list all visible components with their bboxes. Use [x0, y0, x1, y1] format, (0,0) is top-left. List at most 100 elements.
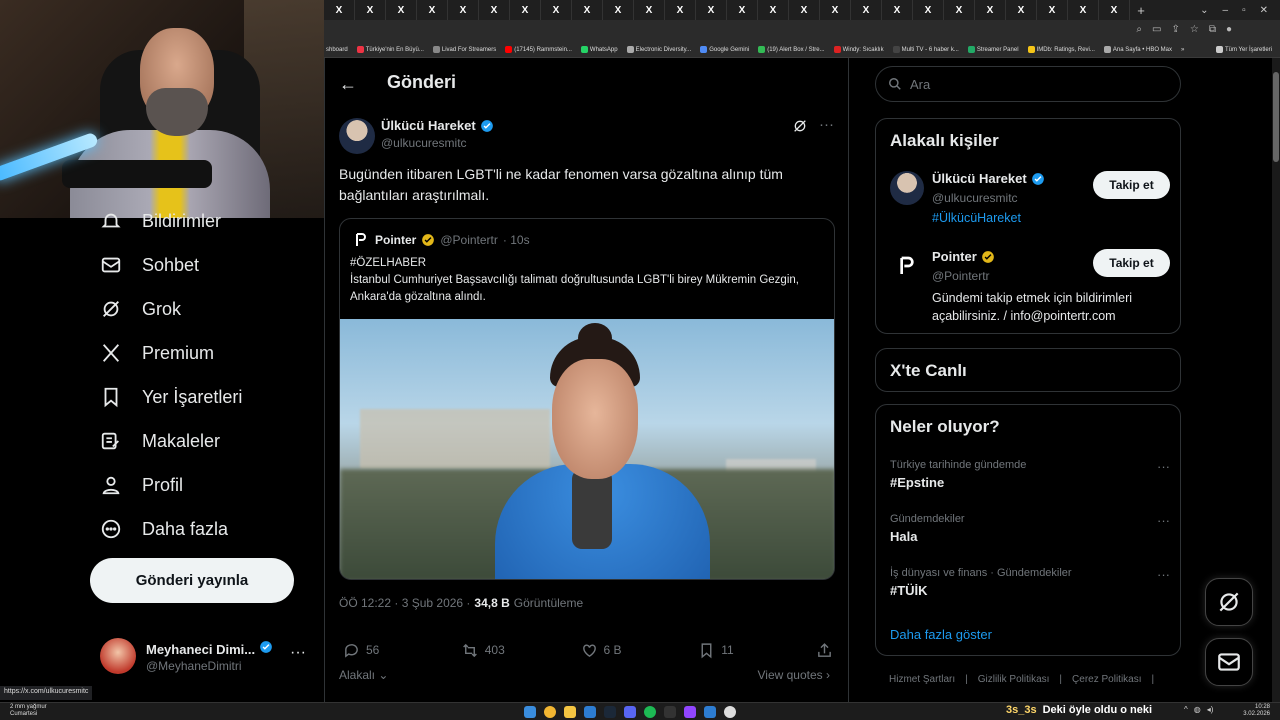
browser-tab[interactable]: X [696, 0, 727, 20]
footer-link[interactable]: Gizlilik Politikası [978, 674, 1050, 685]
reply-button[interactable]: 56 [343, 642, 461, 659]
messages-fab-button[interactable] [1205, 638, 1253, 686]
browser-tab[interactable]: X [479, 0, 510, 20]
more-icon[interactable]: ··· [1157, 459, 1170, 474]
more-icon[interactable]: ··· [1157, 567, 1170, 582]
browser-tab[interactable]: X [913, 0, 944, 20]
back-arrow-icon[interactable]: ← [339, 74, 357, 95]
browser-tab[interactable]: X [851, 0, 882, 20]
chrome-icon[interactable] [544, 706, 556, 718]
chevron-up-icon[interactable]: ^ [1184, 705, 1188, 714]
footer-link[interactable]: Hizmet Şartları [889, 674, 955, 685]
sort-replies-dropdown[interactable]: Alakalı ⌄ [339, 668, 388, 682]
browser-tab[interactable]: X [355, 0, 386, 20]
bookmark-item[interactable]: Multi TV - 6 haber k... [892, 46, 959, 53]
footer-link[interactable]: Çerez Politikası [1072, 674, 1141, 685]
bookmark-item[interactable]: (19) Alert Box / Stre... [758, 46, 825, 53]
bookmark-item[interactable]: Ana Sayfa • HBO Max [1103, 46, 1172, 53]
x-live-card[interactable]: X'te Canlı [875, 348, 1181, 392]
quoted-photo[interactable] [340, 319, 834, 579]
browser-tab[interactable]: X [417, 0, 448, 20]
follow-button[interactable]: Takip et [1093, 171, 1170, 199]
browser-tab[interactable]: X [789, 0, 820, 20]
volume-icon[interactable]: ◂) [1207, 705, 1214, 714]
browser-tab[interactable]: X [634, 0, 665, 20]
like-button[interactable]: 6 B [581, 642, 699, 659]
sidebar-item-articles[interactable]: Makaleler [100, 430, 220, 452]
more-icon[interactable]: ··· [1157, 513, 1170, 528]
bookmark-button[interactable]: 11 [698, 642, 816, 659]
chevron-down-icon[interactable]: ⌄ [1200, 5, 1208, 16]
share-icon[interactable]: ⇪ [1171, 24, 1179, 35]
account-switcher[interactable]: Meyhaneci Dimi... @MeyhaneDimitri ··· [100, 636, 310, 676]
more-icon[interactable]: ··· [819, 116, 834, 133]
bookmark-item[interactable]: (17145) Rammstein... [505, 46, 572, 53]
minimize-icon[interactable]: – [1223, 5, 1229, 16]
trend-item[interactable]: İş dünyası ve finans · Gündemdekiler #TÜ… [890, 567, 1170, 598]
sidebar-item-more[interactable]: Daha fazla [100, 518, 228, 540]
browser-tab[interactable]: X [386, 0, 417, 20]
browser-tab[interactable]: X [665, 0, 696, 20]
quoted-post[interactable]: Pointer @Pointertr · 10s #ÖZELHABER İsta… [339, 218, 835, 580]
network-icon[interactable]: ◍ [1194, 705, 1201, 714]
bookmark-item[interactable]: IMDb: Ratings, Revi... [1027, 46, 1095, 53]
clock[interactable]: 10:28 3.02.2026 [1243, 704, 1270, 718]
all-bookmarks[interactable]: Tüm Yer İşaretleri [1215, 46, 1280, 53]
more-icon[interactable]: ··· [290, 644, 306, 662]
app-icon[interactable] [664, 706, 676, 718]
maximize-icon[interactable]: ▫ [1242, 5, 1246, 16]
bookmark-item[interactable]: Windy: Sıcaklık [833, 46, 884, 53]
steam-icon[interactable] [604, 706, 616, 718]
zoom-icon[interactable]: ⌕ [1136, 24, 1142, 35]
scrollbar-thumb[interactable] [1273, 72, 1279, 162]
browser-tab[interactable]: X [510, 0, 541, 20]
search-input[interactable]: Ara [875, 66, 1181, 102]
person-item[interactable]: Pointer @Pointertr Gündemi takip etmek i… [890, 249, 1170, 325]
post-button[interactable]: Gönderi yayınla [90, 558, 294, 603]
address-bar[interactable]: ⌕ ▭ ⇪ ☆ ⧉ ● [324, 20, 1280, 42]
sidebar-item-profile[interactable]: Profil [100, 474, 183, 496]
share-button[interactable] [816, 642, 833, 659]
person-item[interactable]: Ülkücü Hareket @ulkucuresmitc #ÜlkücüHar… [890, 171, 1170, 231]
grok-fab-button[interactable] [1205, 578, 1253, 626]
new-tab-button[interactable]: + [1130, 3, 1152, 18]
sidebar-item-notifications[interactable]: Bildirimler [100, 210, 221, 232]
bookmarks-overflow[interactable]: » [1181, 47, 1184, 53]
browser-tab[interactable]: X [448, 0, 479, 20]
bookmark-item[interactable]: Türkiye'nin En Büyü... [356, 46, 424, 53]
extensions-icon[interactable]: ⧉ [1209, 24, 1216, 35]
view-quotes-link[interactable]: View quotes › [758, 668, 831, 682]
browser-tab[interactable]: X [1068, 0, 1099, 20]
bookmark-item[interactable]: shboard [326, 47, 348, 53]
post-timestamp[interactable]: ÖÖ 12:22 · 3 Şub 2026 · [339, 596, 470, 610]
browser-tab[interactable]: X [324, 0, 355, 20]
bookmark-item[interactable]: Livad For Streamers [432, 46, 496, 53]
bookmark-item[interactable]: Electronic Diversity... [626, 46, 691, 53]
app-icon[interactable] [704, 706, 716, 718]
star-icon[interactable]: ☆ [1190, 24, 1199, 35]
sidebar-item-grok[interactable]: Grok [100, 298, 181, 320]
twitch-icon[interactable] [684, 706, 696, 718]
repost-button[interactable]: 403 [461, 642, 581, 659]
show-more-link[interactable]: Daha fazla göster [890, 627, 992, 642]
discord-icon[interactable] [624, 706, 636, 718]
spotify-icon[interactable] [644, 706, 656, 718]
sidebar-item-premium[interactable]: Premium [100, 342, 214, 364]
bookmark-item[interactable]: WhatsApp [580, 46, 618, 53]
sidebar-item-chat[interactable]: Sohbet [100, 254, 199, 276]
trend-item[interactable]: Gündemdekiler Hala ··· [890, 513, 1170, 544]
sidebar-item-bookmarks[interactable]: Yer İşaretleri [100, 386, 242, 408]
browser-tab[interactable]: X [603, 0, 634, 20]
obs-icon[interactable] [724, 706, 736, 718]
person-hashtag[interactable]: #ÜlkücüHareket [932, 211, 1021, 225]
profile-icon[interactable]: ● [1226, 24, 1232, 35]
close-icon[interactable]: ✕ [1260, 5, 1268, 16]
bookmark-item[interactable]: Google Gemini [700, 46, 749, 53]
browser-tab[interactable]: X [882, 0, 913, 20]
weather-widget[interactable]: 2 mm yağmur Cumartesi [10, 704, 47, 718]
browser-tab[interactable]: X [1006, 0, 1037, 20]
browser-tab[interactable]: X [727, 0, 758, 20]
grok-icon[interactable] [792, 118, 808, 134]
folder-icon[interactable] [564, 706, 576, 718]
app-icon[interactable] [584, 706, 596, 718]
